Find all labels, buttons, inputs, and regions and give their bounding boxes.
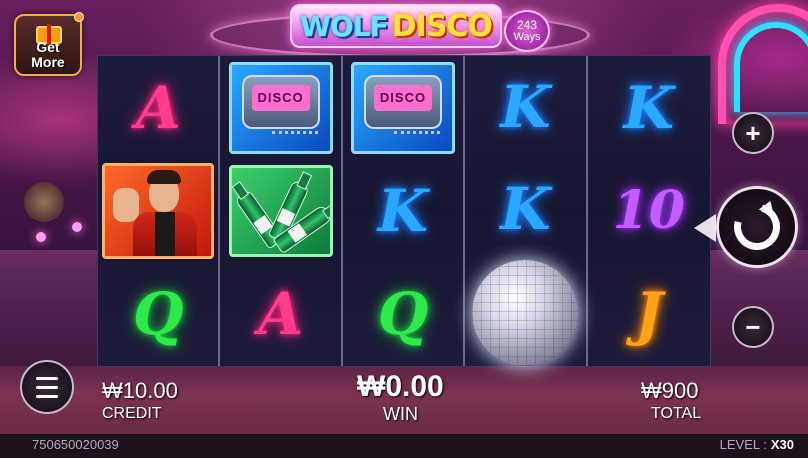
- symbol-k: K: [500, 175, 551, 243]
- reel-cell: J: [588, 263, 710, 366]
- decrease-bet-button[interactable]: −: [732, 306, 774, 348]
- symbol-k: K: [377, 176, 429, 245]
- background-table: [24, 182, 64, 222]
- reel-cell: K: [343, 159, 463, 262]
- footer-bar: [0, 434, 808, 458]
- symbol-beer-bottles: [228, 164, 333, 257]
- background-stage-left: [0, 250, 100, 370]
- reel-cell: K: [465, 56, 585, 158]
- pager-device: DISCO: [241, 74, 320, 129]
- reel-cell: [465, 260, 585, 366]
- reel-grid: A Q DISCO A DISCO K Q K K K 10 J: [97, 55, 711, 367]
- credit-value: ₩10.00: [102, 378, 178, 403]
- reel-cell: Q: [98, 263, 218, 366]
- game-stage: WOLF DISCO 243 Ways Get More A Q DISCO A…: [0, 0, 808, 458]
- pager-device: DISCO: [364, 74, 443, 129]
- level-value: X30: [770, 437, 794, 452]
- symbol-disco-pager: DISCO: [228, 61, 333, 154]
- man-hair: [147, 169, 182, 184]
- win-value: ₩0.00: [357, 370, 444, 403]
- reel-1: A Q: [98, 56, 221, 366]
- menu-icon-line: [36, 376, 58, 380]
- notification-dot: [74, 12, 84, 22]
- ways-badge: 243 Ways: [504, 10, 550, 52]
- symbol-disco-ball: [472, 260, 579, 366]
- increase-bet-button[interactable]: +: [732, 112, 774, 154]
- spin-tab-arrow: [694, 214, 716, 242]
- menu-button[interactable]: [20, 360, 74, 414]
- logo-disco-text: DISCO: [391, 8, 493, 44]
- level-label: LEVEL :: [719, 437, 767, 452]
- get-more-button[interactable]: Get More: [14, 12, 84, 76]
- symbol-k: K: [500, 73, 551, 141]
- credit-label: CREDIT: [102, 405, 162, 422]
- reel-cell: 10: [588, 159, 710, 262]
- pager-chain: [271, 130, 318, 141]
- spin-icon: [725, 195, 789, 259]
- reel-3: DISCO K Q: [342, 56, 466, 366]
- reel-cell: [98, 159, 218, 262]
- reel-cell: A: [220, 263, 340, 366]
- reel-cell: DISCO: [220, 56, 340, 159]
- reel-2: DISCO A: [220, 56, 343, 366]
- man-shirt: [155, 211, 176, 256]
- symbol-a: A: [258, 280, 304, 349]
- pager-screen: DISCO: [374, 84, 433, 111]
- symbol-k: K: [623, 73, 675, 142]
- symbol-j: J: [635, 280, 663, 349]
- total-value: ₩900: [641, 378, 699, 403]
- symbol-a: A: [135, 73, 181, 142]
- minus-icon: −: [745, 312, 761, 342]
- reel-4: K K: [465, 56, 588, 366]
- background-lamp: [72, 222, 82, 232]
- pager-screen: DISCO: [251, 84, 310, 111]
- pager-chain: [394, 130, 441, 141]
- background-lamp: [36, 232, 46, 242]
- neon-arch-inner: [734, 22, 808, 112]
- total-label: TOTAL: [651, 405, 702, 422]
- logo-wolf-text: WOLF: [300, 9, 389, 43]
- get-more-line1: Get: [36, 39, 60, 55]
- win-label: WIN: [383, 404, 418, 424]
- reel-5: K 10 J: [587, 56, 711, 366]
- menu-icon-line: [36, 385, 58, 389]
- symbol-q: Q: [377, 280, 429, 349]
- symbol-disco-pager: DISCO: [351, 61, 456, 154]
- reel-cell: [220, 159, 340, 262]
- reel-cell: A: [98, 56, 218, 159]
- session-id: 750650020039: [32, 437, 119, 452]
- reel-cell: K: [588, 56, 710, 159]
- reel-cell: Q: [343, 263, 463, 366]
- level-display: LEVEL : X30: [720, 437, 794, 452]
- ways-label: Ways: [513, 31, 541, 43]
- symbol-q: Q: [132, 280, 184, 349]
- ways-number: 243: [516, 18, 538, 32]
- reel-cell: K: [465, 158, 585, 260]
- game-logo: WOLF DISCO: [290, 4, 502, 48]
- symbol-wild-man: [102, 162, 215, 259]
- man-hand: [113, 187, 140, 222]
- plus-icon: +: [745, 118, 761, 148]
- symbol-10: 10: [612, 179, 685, 241]
- spin-button[interactable]: [716, 186, 798, 268]
- get-more-line2: More: [31, 54, 65, 70]
- menu-icon-line: [36, 394, 58, 398]
- reel-cell: DISCO: [343, 56, 463, 159]
